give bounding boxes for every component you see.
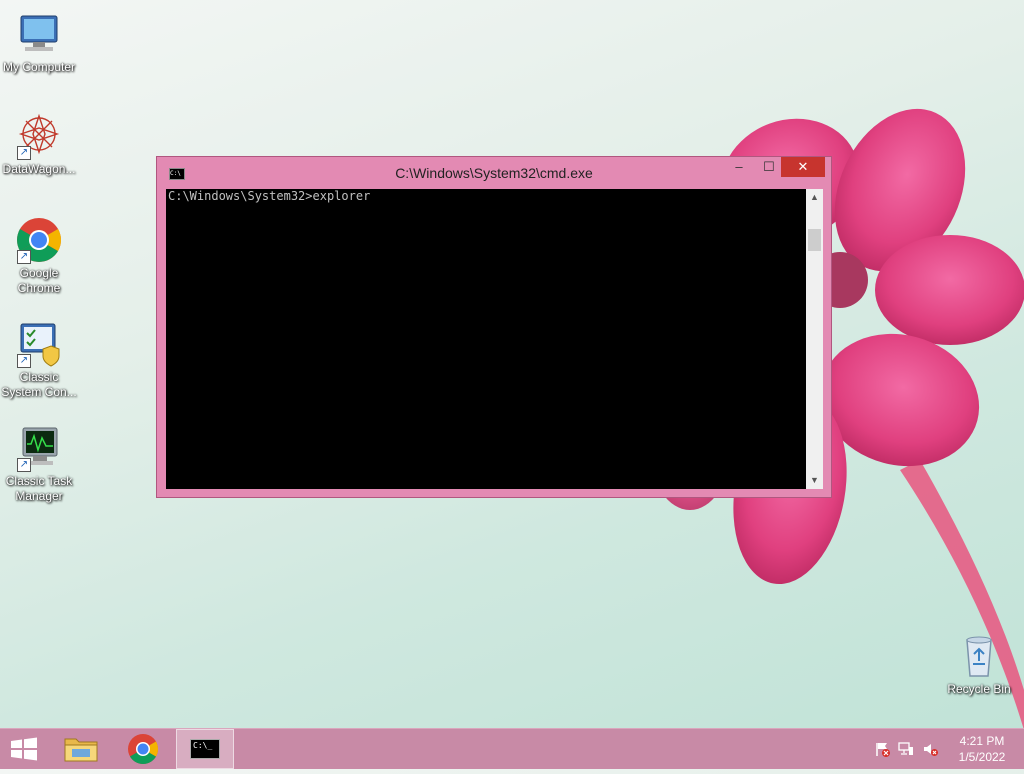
cmd-icon: C:\_ <box>190 739 220 759</box>
shortcut-arrow-icon: ↗ <box>17 146 31 160</box>
scroll-up-icon[interactable]: ▲ <box>806 189 823 206</box>
desktop-icon-my-computer[interactable]: My Computer <box>0 10 78 75</box>
computer-icon <box>15 10 63 58</box>
window-titlebar[interactable]: C:\ C:\Windows\System32\cmd.exe – ☐ ✕ <box>157 157 831 187</box>
desktop-icon-label: Google Chrome <box>17 266 61 295</box>
taskbar-clock[interactable]: 4:21 PM 1/5/2022 <box>952 733 1012 765</box>
scrollbar-thumb[interactable] <box>808 229 821 251</box>
desktop-icon-recycle-bin[interactable]: Recycle Bin <box>940 632 1018 697</box>
cmd-window[interactable]: C:\ C:\Windows\System32\cmd.exe – ☐ ✕ C:… <box>156 156 832 498</box>
clock-time: 4:21 PM <box>959 734 1005 748</box>
chrome-icon <box>128 734 159 765</box>
windows-logo-icon <box>11 737 37 761</box>
desktop-icon-datawagon[interactable]: ↗ DataWagon... <box>0 112 78 177</box>
datawagon-icon: ↗ <box>15 112 63 160</box>
taskbar: C:\_ 4:21 PM 1/5/2022 <box>0 728 1024 769</box>
desktop-icon-classic-task-manager[interactable]: ↗ Classic Task Manager <box>0 424 78 504</box>
close-button[interactable]: ✕ <box>781 157 825 177</box>
system-config-icon: ↗ <box>15 320 63 368</box>
task-manager-icon: ↗ <box>15 424 63 472</box>
shortcut-arrow-icon: ↗ <box>17 354 31 368</box>
desktop-icon-google-chrome[interactable]: ↗ Google Chrome <box>0 216 78 296</box>
vertical-scrollbar[interactable]: ▲ ▼ <box>806 189 823 489</box>
desktop-icon-label: Recycle Bin <box>947 682 1011 696</box>
start-button[interactable] <box>0 729 58 769</box>
desktop-icon-label: DataWagon... <box>2 162 76 176</box>
action-center-flag-icon[interactable] <box>874 741 890 757</box>
desktop-icon-label: Classic System Con... <box>1 370 77 399</box>
taskbar-file-explorer[interactable] <box>52 729 110 769</box>
volume-muted-icon[interactable] <box>922 741 938 757</box>
desktop-icon-classic-system-config[interactable]: ↗ Classic System Con... <box>0 320 78 400</box>
desktop-icon-label: My Computer <box>2 60 76 74</box>
minimize-button[interactable]: – <box>724 157 754 177</box>
taskbar-google-chrome[interactable] <box>114 729 172 769</box>
console-output[interactable]: C:\Windows\System32>explorer <box>166 189 806 489</box>
desktop-icon-label: Classic Task Manager <box>5 474 73 503</box>
maximize-button[interactable]: ☐ <box>754 157 784 177</box>
clock-date: 1/5/2022 <box>958 750 1006 764</box>
shortcut-arrow-icon: ↗ <box>17 458 31 472</box>
network-icon[interactable] <box>898 741 914 757</box>
taskbar-command-prompt[interactable]: C:\_ <box>176 729 234 769</box>
shortcut-arrow-icon: ↗ <box>17 250 31 264</box>
console-line: C:\Windows\System32>explorer <box>168 189 371 203</box>
recycle-bin-icon <box>955 632 1003 680</box>
folder-icon <box>64 738 98 762</box>
chrome-icon: ↗ <box>15 216 63 264</box>
scroll-down-icon[interactable]: ▼ <box>806 472 823 489</box>
